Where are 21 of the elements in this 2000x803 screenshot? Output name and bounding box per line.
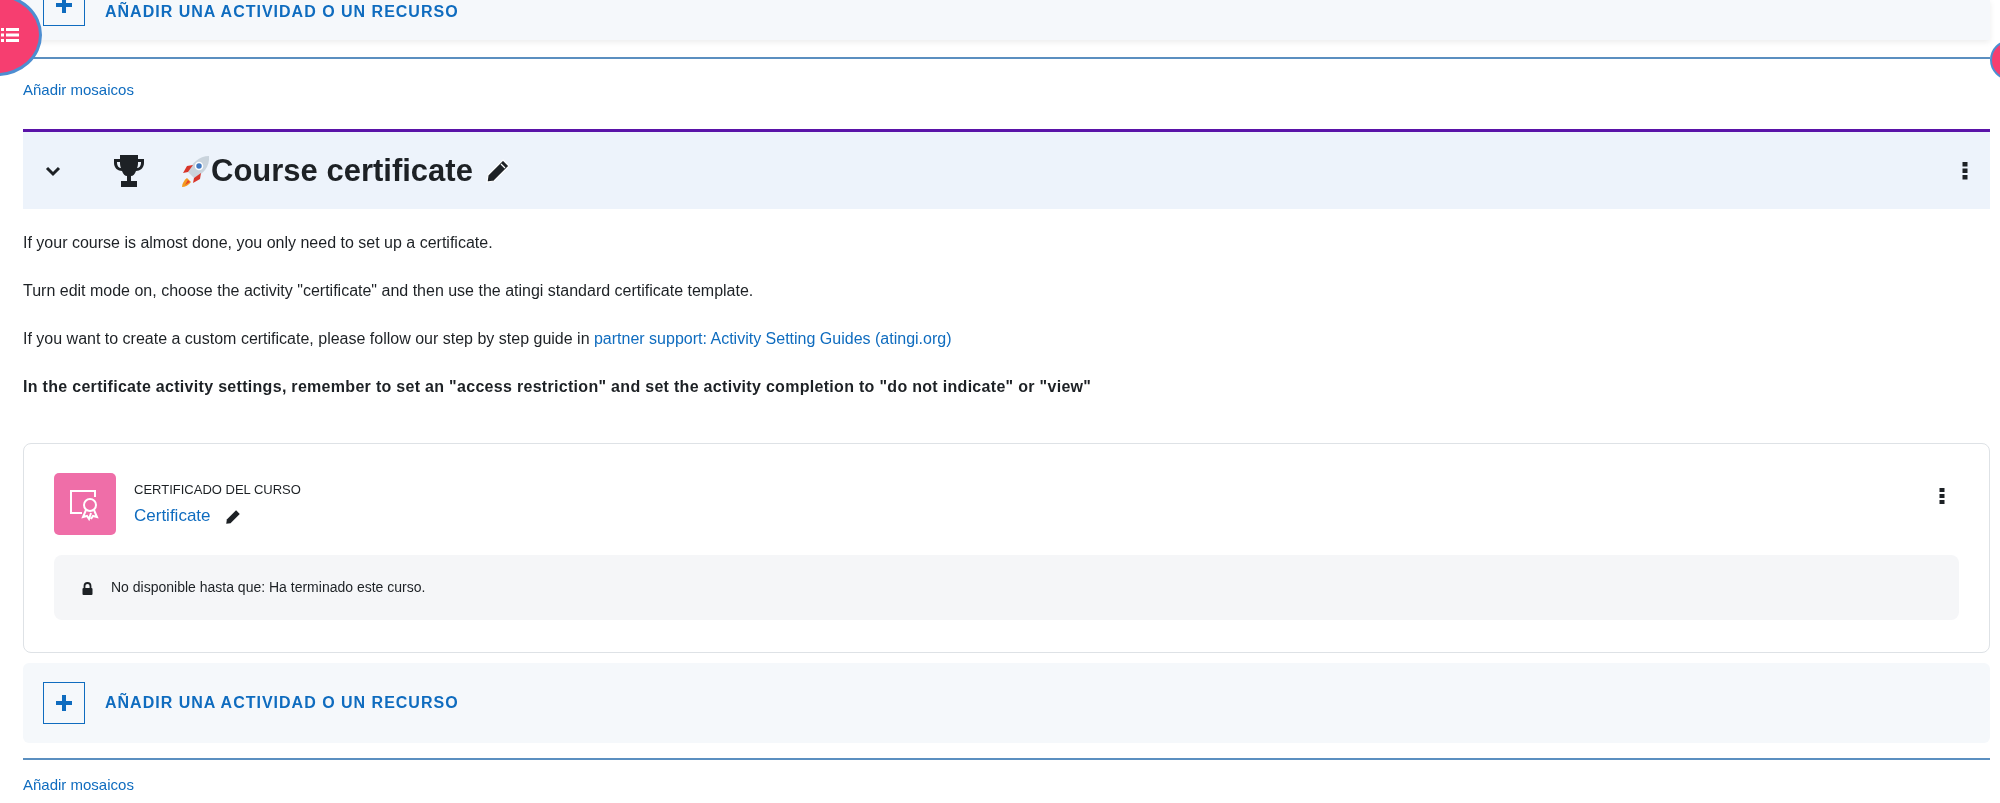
list-icon: [1, 28, 19, 42]
activity-link[interactable]: Certificate: [134, 503, 211, 529]
plus-icon: [55, 694, 73, 712]
summary-note: In the certificate activity settings, remember to set an "access restriction" and set the activity completion to "do not indicate" or "view": [23, 377, 1093, 397]
summary-text: If your course is almost done, you only need to set up a certificate.: [23, 233, 494, 253]
rocket-icon: [179, 153, 211, 188]
add-tiles-link[interactable]: Añadir mosaicos: [23, 774, 134, 797]
summary-text: Turn edit mode on, choose the activity "certificate" and then use the atingi standard certificate template.: [23, 281, 755, 301]
add-button[interactable]: [43, 682, 85, 724]
add-tiles-link[interactable]: Añadir mosaicos: [23, 79, 134, 102]
trophy-icon: [111, 152, 147, 189]
add-activity-link[interactable]: AÑADIR UNA ACTIVIDAD O UN RECURSO: [105, 691, 459, 715]
plus-icon: [55, 0, 73, 14]
edit-pencil-icon[interactable]: [484, 157, 511, 184]
certificate-icon: [54, 473, 116, 535]
add-activity-link[interactable]: AÑADIR UNA ACTIVIDAD O UN RECURSO: [105, 0, 459, 24]
activity-type-label: CERTIFICADO DEL CURSO: [134, 480, 301, 499]
restriction-text: No disponible hasta que: Ha terminado este curso.: [111, 578, 426, 597]
summary-text: If you want to create a custom certificate, please follow our step by step guide in partner support: Activity Setting Guides (atingi.org): [23, 329, 953, 349]
section-title: Course certificate: [211, 151, 473, 190]
guide-link[interactable]: partner support: Activity Setting Guides (atingi.org): [593, 330, 952, 347]
